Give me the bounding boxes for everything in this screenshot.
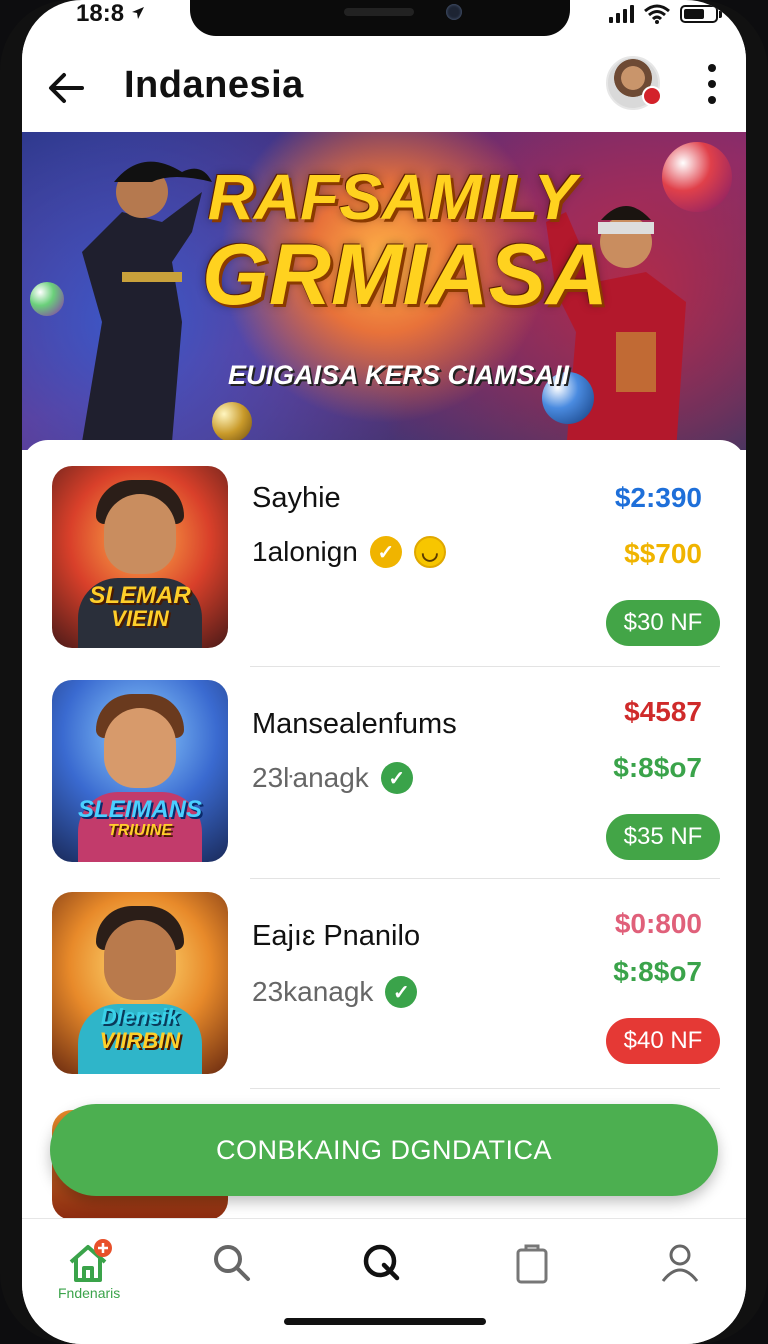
more-menu-icon[interactable] xyxy=(706,64,718,104)
signal-icon xyxy=(609,5,634,23)
item-price-primary: $2:390 xyxy=(615,482,702,514)
list-item[interactable]: Dlensik VIIRBIN Eajıɛ Pnanilo 23kanagk ✓… xyxy=(22,892,746,1104)
status-time-text: 18:8 xyxy=(76,0,125,27)
item-sub: 23ŀanagk ✓ xyxy=(252,762,413,794)
verified-check-icon: ✓ xyxy=(385,976,418,1008)
buy-button-label: $35 NF xyxy=(623,823,703,850)
buy-button-label: $30 NF xyxy=(623,609,703,636)
item-price-secondary: $$700 xyxy=(624,538,702,570)
page-title: Indanesia xyxy=(124,64,304,106)
banner-title-line1: RAFSAMILY xyxy=(207,161,577,233)
divider xyxy=(250,878,720,879)
item-sub-text: 23kanagk xyxy=(252,976,374,1007)
home-icon xyxy=(69,1239,112,1282)
item-sub-text: 1alonign xyxy=(252,536,358,567)
thumbnail-caption: TRIUINE xyxy=(108,822,172,839)
notch xyxy=(190,0,570,36)
banner-title: RAFSAMILY GRMIASA xyxy=(202,161,609,323)
search-icon xyxy=(214,1245,250,1281)
orb-decoration xyxy=(30,282,64,316)
item-thumbnail: SLEIMANS TRIUINE xyxy=(52,680,228,862)
tab-home[interactable] xyxy=(58,1233,118,1293)
item-thumbnail: Dlensik VIIRBIN xyxy=(52,892,228,1074)
price-text: $:8$o7 xyxy=(613,752,702,783)
item-name: Mansealenfums xyxy=(252,708,457,740)
thumbnail-caption: Dlensik xyxy=(100,1004,180,1029)
price-text: $2:390 xyxy=(614,482,702,513)
location-arrow-icon xyxy=(131,7,144,19)
q-icon xyxy=(363,1244,400,1281)
buy-button[interactable]: $40 NF xyxy=(606,1018,720,1064)
item-price-primary: $0:800 xyxy=(615,908,702,940)
item-price-secondary: $:8$o7 xyxy=(613,956,702,988)
thumbnail-caption: VIEIN xyxy=(111,606,169,631)
list-item[interactable]: SLEMAR VIEIN Sayhie 1alonign ✓ ◡ $2:390 … xyxy=(22,466,746,678)
app-bar: Indanesia xyxy=(22,44,746,132)
buy-button[interactable]: $35 NF xyxy=(606,814,720,860)
price-text: $:8$o7 xyxy=(613,956,702,987)
divider xyxy=(250,666,720,667)
smiley-icon: ◡ xyxy=(413,536,446,568)
avatar[interactable] xyxy=(606,56,662,110)
thumbnail-caption: VIIRBIN xyxy=(99,1028,181,1053)
item-sub-text: 23ŀanagk xyxy=(252,762,369,793)
item-sub: 23kanagk ✓ xyxy=(252,976,418,1008)
coin-decoration xyxy=(212,402,252,442)
status-bar: 18:8 xyxy=(22,0,746,44)
status-time: 18:8 xyxy=(76,0,145,28)
status-icons xyxy=(609,4,722,24)
item-name: Sayhie xyxy=(252,482,341,514)
speaker xyxy=(344,8,414,16)
balloon-decoration xyxy=(662,142,732,212)
screen: 18:8 Indanesia RAFSAMILY GRMIASA EUIGAIS… xyxy=(22,0,746,1344)
back-arrow-icon[interactable] xyxy=(44,66,88,110)
hero-banner[interactable]: RAFSAMILY GRMIASA EUIGAISA KERS CIAMSAII xyxy=(22,132,746,450)
battery-icon xyxy=(680,5,722,23)
buy-button-label: $40 NF xyxy=(623,1027,703,1054)
price-text: $0:800 xyxy=(614,908,702,939)
item-thumbnail: SLEMAR VIEIN xyxy=(52,466,228,648)
banner-title-line2: GRMIASA xyxy=(202,227,609,323)
buy-button[interactable]: $30 NF xyxy=(606,600,720,646)
tab-discover[interactable] xyxy=(352,1233,412,1293)
camera xyxy=(446,4,462,20)
phone-frame: 18:8 Indanesia RAFSAMILY GRMIASA EUIGAIS… xyxy=(0,0,768,1344)
badge-check-icon: ✓ xyxy=(369,536,402,568)
notification-dot xyxy=(642,86,662,106)
price-text: $4587 xyxy=(624,696,702,727)
tab-bag[interactable] xyxy=(502,1233,562,1293)
home-indicator xyxy=(284,1318,486,1325)
item-price-primary: $4587 xyxy=(624,696,702,728)
tab-profile[interactable] xyxy=(650,1233,710,1293)
tab-search[interactable] xyxy=(202,1233,262,1293)
price-text: $$700 xyxy=(624,538,702,569)
item-name: Eajıɛ Pnanilo xyxy=(252,920,421,952)
item-sub: 1alonign ✓ ◡ xyxy=(252,536,446,568)
wifi-icon xyxy=(644,4,670,24)
bag-icon xyxy=(516,1244,548,1284)
cta-label: CONBKAING DGNDATICA xyxy=(215,1134,553,1165)
divider xyxy=(250,1088,720,1089)
tab-home-label: Fndenaris xyxy=(58,1285,121,1301)
hero-left-figure xyxy=(82,161,212,442)
bottom-tab-bar: Fndenaris xyxy=(22,1218,746,1344)
item-price-secondary: $:8$o7 xyxy=(613,752,702,784)
primary-cta-button[interactable]: CONBKAING DGNDATICA xyxy=(50,1104,718,1196)
banner-subtitle: EUIGAISA KERS CIAMSAII xyxy=(228,360,570,390)
profile-icon xyxy=(661,1244,699,1282)
list-item[interactable]: SLEIMANS TRIUINE Mansealenfums 23ŀanagk … xyxy=(22,680,746,892)
verified-check-icon: ✓ xyxy=(380,762,413,794)
thumbnail-caption: SLEIMANS xyxy=(77,796,202,823)
